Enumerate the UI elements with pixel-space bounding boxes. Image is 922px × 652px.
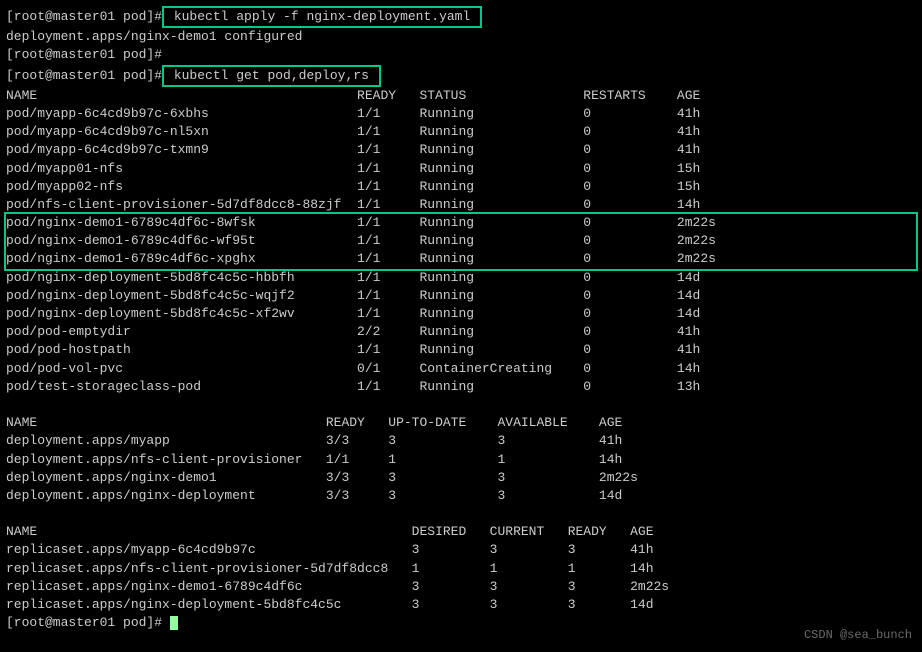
- table-row: replicaset.apps/nginx-deployment-5bd8fc4…: [6, 596, 916, 614]
- cmd-line-2: [root@master01 pod]# kubectl get pod,dep…: [6, 65, 916, 87]
- table-row: pod/test-storageclass-pod 1/1 Running 0 …: [6, 378, 916, 396]
- table-row: pod/nginx-deployment-5bd8fc4c5c-wqjf2 1/…: [6, 287, 916, 305]
- table-row: pod/myapp-6c4cd9b97c-nl5xn 1/1 Running 0…: [6, 123, 916, 141]
- command-get: kubectl get pod,deploy,rs: [162, 65, 381, 87]
- pods-list-2: pod/nginx-deployment-5bd8fc4c5c-hbbfh 1/…: [6, 269, 916, 396]
- table-row: pod/nginx-demo1-6789c4df6c-wf95t 1/1 Run…: [6, 232, 916, 250]
- table-row: replicaset.apps/myapp-6c4cd9b97c 3 3 3 4…: [6, 541, 916, 559]
- final-prompt[interactable]: [root@master01 pod]#: [6, 614, 916, 632]
- table-row: pod/myapp02-nfs 1/1 Running 0 15h: [6, 178, 916, 196]
- table-row: pod/myapp-6c4cd9b97c-txmn9 1/1 Running 0…: [6, 141, 916, 159]
- table-row: pod/pod-emptydir 2/2 Running 0 41h: [6, 323, 916, 341]
- terminal[interactable]: [root@master01 pod]# kubectl apply -f ng…: [6, 6, 916, 632]
- table-row: deployment.apps/nginx-demo1 3/3 3 3 2m22…: [6, 469, 916, 487]
- table-row: deployment.apps/nginx-deployment 3/3 3 3…: [6, 487, 916, 505]
- table-row: pod/myapp-6c4cd9b97c-6xbhs 1/1 Running 0…: [6, 105, 916, 123]
- cmd-line-1: [root@master01 pod]# kubectl apply -f ng…: [6, 6, 916, 28]
- table-row: pod/nginx-deployment-5bd8fc4c5c-xf2wv 1/…: [6, 305, 916, 323]
- rs-header: NAME DESIRED CURRENT READY AGE: [6, 523, 916, 541]
- prompt: [root@master01 pod]#: [6, 68, 162, 83]
- table-row: deployment.apps/nfs-client-provisioner 1…: [6, 451, 916, 469]
- table-row: pod/nginx-demo1-6789c4df6c-8wfsk 1/1 Run…: [6, 214, 916, 232]
- table-row: pod/pod-vol-pvc 0/1 ContainerCreating 0 …: [6, 360, 916, 378]
- cursor: [170, 616, 178, 630]
- pods-header: NAME READY STATUS RESTARTS AGE: [6, 87, 916, 105]
- pods-list: pod/myapp-6c4cd9b97c-6xbhs 1/1 Running 0…: [6, 105, 916, 214]
- deploy-header: NAME READY UP-TO-DATE AVAILABLE AGE: [6, 414, 916, 432]
- apply-output: deployment.apps/nginx-demo1 configured: [6, 28, 916, 46]
- pods-highlighted: pod/nginx-demo1-6789c4df6c-8wfsk 1/1 Run…: [4, 212, 918, 271]
- table-row: deployment.apps/myapp 3/3 3 3 41h: [6, 432, 916, 450]
- watermark: CSDN @sea_bunch: [804, 627, 912, 644]
- table-row: pod/pod-hostpath 1/1 Running 0 41h: [6, 341, 916, 359]
- table-row: pod/myapp01-nfs 1/1 Running 0 15h: [6, 160, 916, 178]
- table-row: replicaset.apps/nginx-demo1-6789c4df6c 3…: [6, 578, 916, 596]
- deploy-list: deployment.apps/myapp 3/3 3 3 41hdeploym…: [6, 432, 916, 505]
- command-apply: kubectl apply -f nginx-deployment.yaml: [162, 6, 482, 28]
- prompt: [root@master01 pod]#: [6, 9, 162, 24]
- cmd-line-empty: [root@master01 pod]#: [6, 46, 916, 64]
- table-row: pod/nginx-demo1-6789c4df6c-xpghx 1/1 Run…: [6, 250, 916, 268]
- rs-list: replicaset.apps/myapp-6c4cd9b97c 3 3 3 4…: [6, 541, 916, 614]
- table-row: pod/nginx-deployment-5bd8fc4c5c-hbbfh 1/…: [6, 269, 916, 287]
- table-row: replicaset.apps/nfs-client-provisioner-5…: [6, 560, 916, 578]
